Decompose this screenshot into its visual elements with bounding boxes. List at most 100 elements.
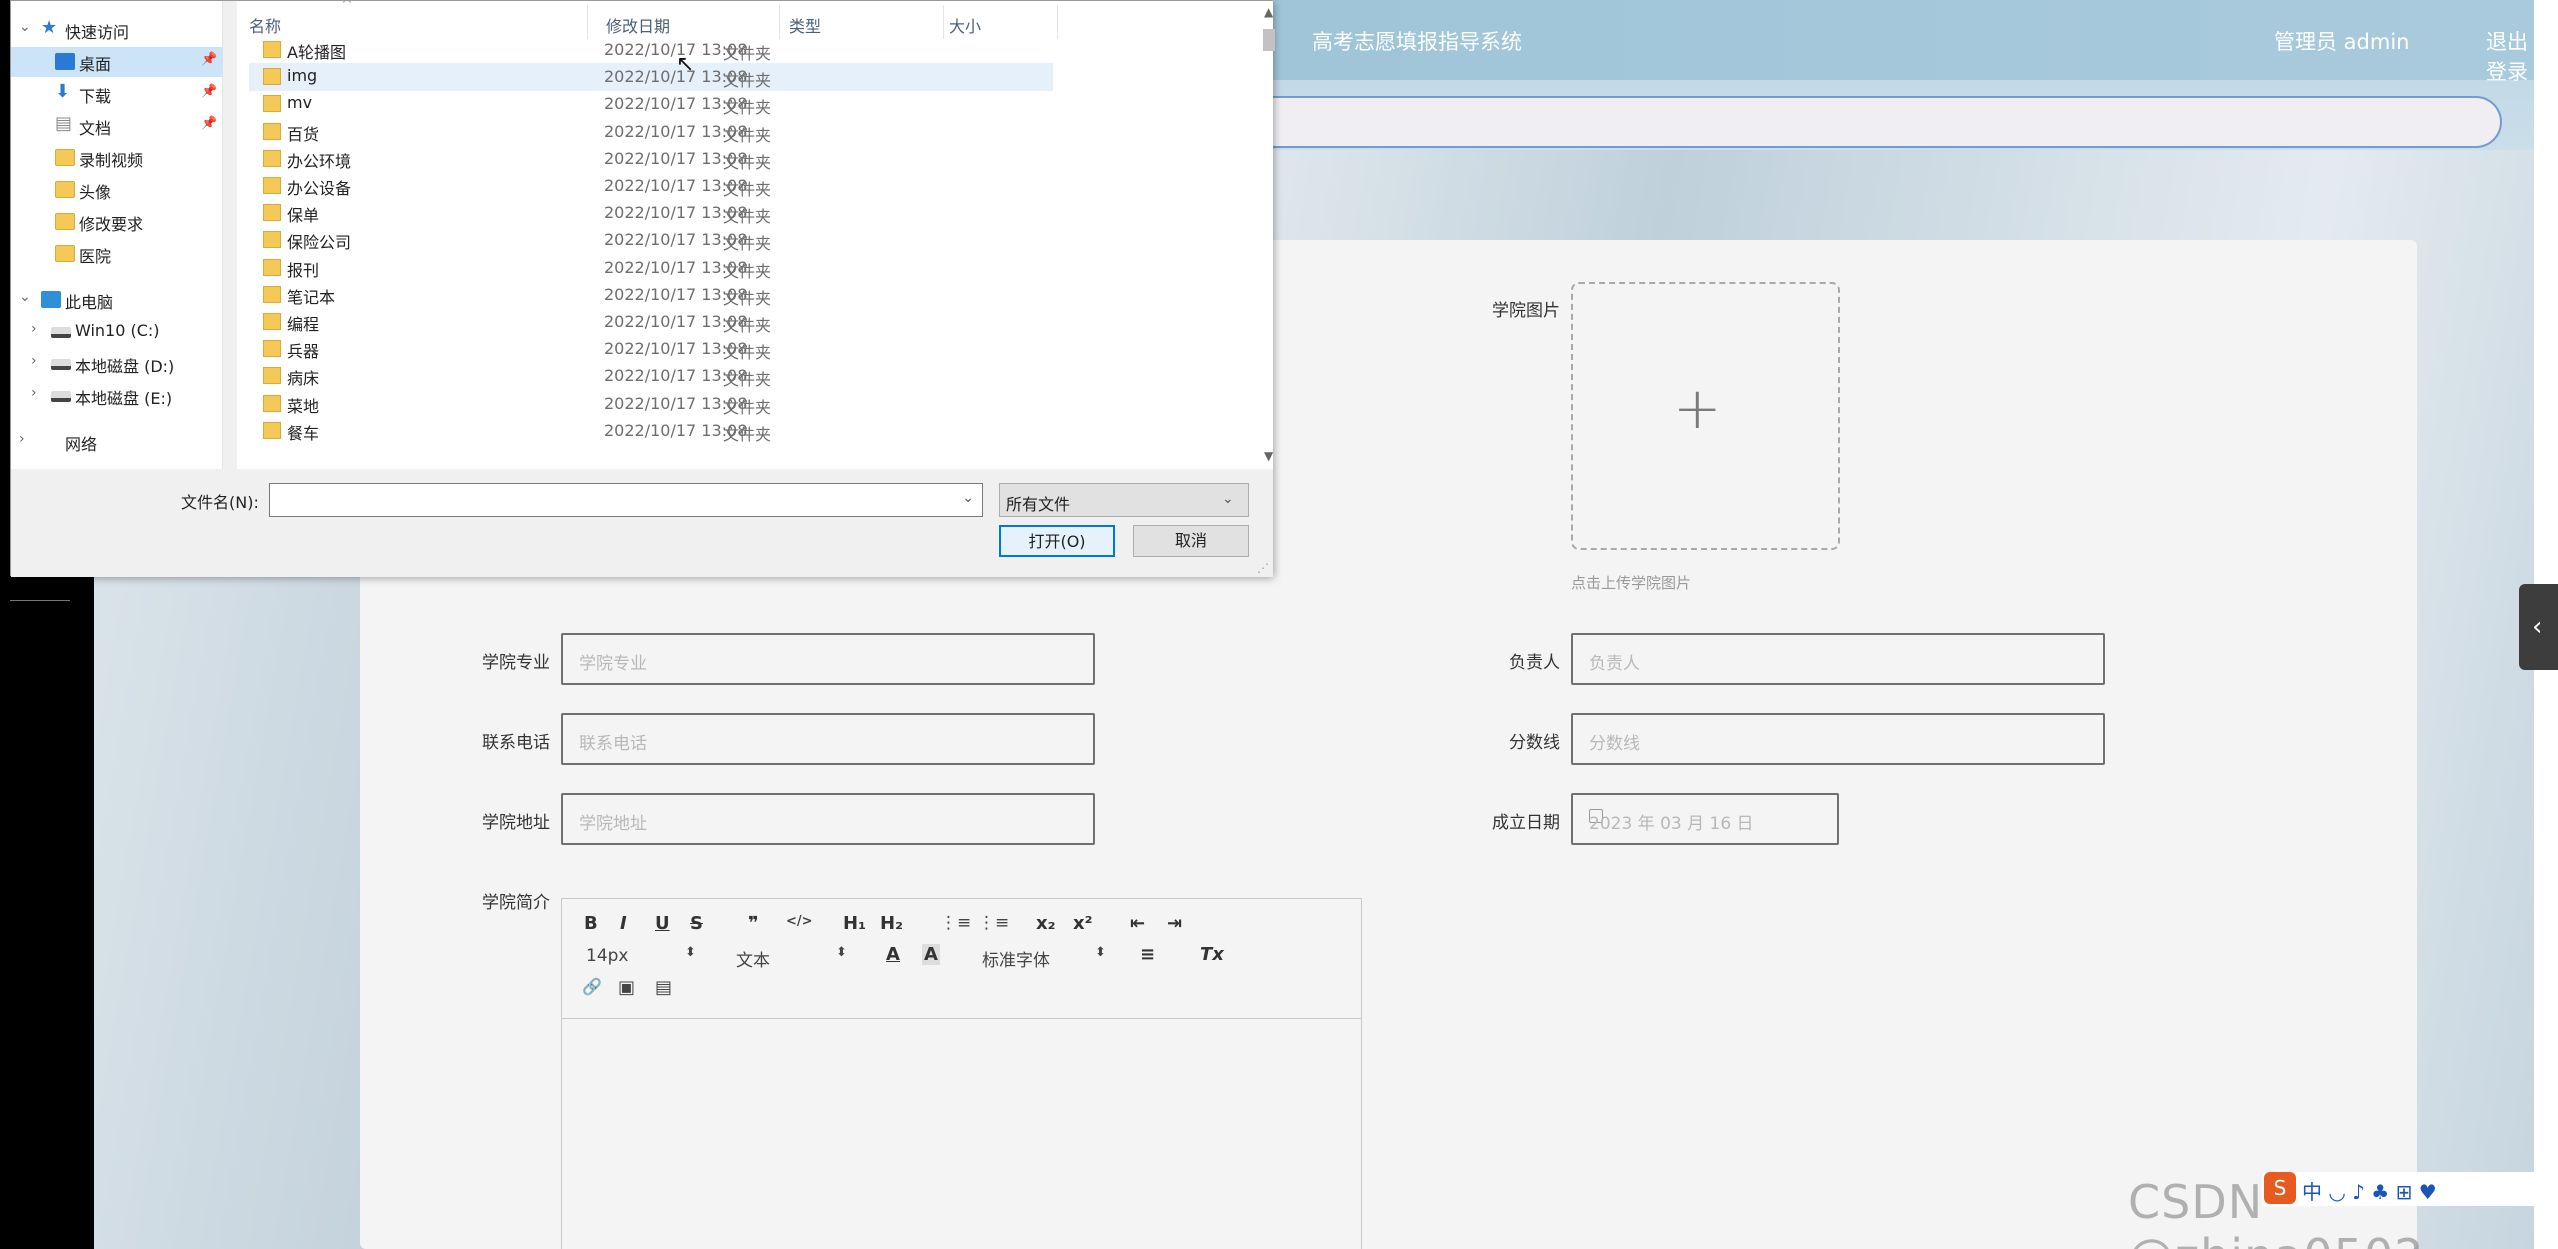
address-input[interactable]: 学院地址	[561, 793, 1095, 845]
image-uploader[interactable]: +	[1571, 282, 1840, 550]
file-row[interactable]: 餐车 2022/10/17 13:08 文件夹	[249, 417, 1053, 445]
phone-input[interactable]: 联系电话	[561, 713, 1095, 765]
nav-item-7[interactable]: 医院	[11, 239, 223, 269]
ime-toolbar[interactable]: S 中 ◡ ♪ ♣ ⊞ ♥	[2262, 1172, 2558, 1206]
logout-link[interactable]: 退出登录	[2486, 26, 2534, 86]
superscript-button[interactable]: x²	[1073, 913, 1093, 934]
font-family-select[interactable]: 标准字体	[982, 946, 1050, 971]
block-type-select[interactable]: 文本	[736, 946, 770, 971]
column-separator	[779, 5, 780, 39]
bullet-list-button[interactable]: ⋮≡	[978, 913, 1009, 933]
file-row[interactable]: 保险公司 2022/10/17 13:08 文件夹	[249, 226, 1053, 254]
file-row[interactable]: 笔记本 2022/10/17 13:08 文件夹	[249, 281, 1053, 309]
file-row[interactable]: 办公设备 2022/10/17 13:08 文件夹	[249, 172, 1053, 200]
owner-input[interactable]: 负责人	[1571, 633, 2105, 685]
nav-item-10[interactable]: › 本地磁盘 (D:)	[11, 349, 223, 379]
pin-icon[interactable]: 📌	[201, 116, 217, 131]
date-value: 2023 年 03 月 16 日	[1589, 814, 1754, 834]
pin-icon[interactable]: 📌	[201, 84, 217, 99]
indent-button[interactable]: ⇥	[1167, 913, 1182, 934]
file-row[interactable]: mv 2022/10/17 13:08 文件夹	[249, 90, 1053, 118]
rich-text-editor: B I U S ❞ </> H₁ H₂ ⋮≡ ⋮≡ x₂ x² ⇤ ⇥ 14px…	[561, 898, 1362, 1249]
font-color-button[interactable]: A	[886, 944, 900, 965]
star-icon: ★	[41, 17, 58, 38]
pin-icon[interactable]: 📌	[201, 52, 217, 67]
side-collapse-tab[interactable]: ‹	[2519, 584, 2558, 670]
nav-item-3[interactable]: ▤ 文档 📌	[11, 111, 223, 141]
file-row[interactable]: A轮播图 2022/10/17 13:08 文件夹	[249, 36, 1053, 64]
strike-button[interactable]: S	[690, 913, 703, 934]
subscript-button[interactable]: x₂	[1036, 913, 1056, 934]
blockquote-button[interactable]: ❞	[748, 913, 759, 934]
chevron-right-icon[interactable]: ›	[31, 321, 37, 337]
align-button[interactable]: ≡	[1140, 944, 1155, 965]
file-type: 文件夹	[723, 370, 772, 390]
code-block-button[interactable]: </>	[786, 914, 813, 929]
chevron-right-icon[interactable]: ›	[31, 385, 37, 401]
underline-button[interactable]: U	[655, 913, 670, 934]
nav-item-label: 网络	[65, 435, 98, 454]
chevron-down-icon[interactable]: ⌄	[962, 490, 974, 506]
nav-item-1[interactable]: 桌面 📌	[11, 47, 223, 77]
owner-placeholder: 负责人	[1589, 654, 1640, 674]
file-row[interactable]: 病床 2022/10/17 13:08 文件夹	[249, 362, 1053, 390]
column-header-type[interactable]: 类型	[789, 13, 821, 37]
drive-icon	[51, 359, 71, 370]
admin-user-label[interactable]: 管理员 admin	[2274, 26, 2409, 56]
plus-icon: +	[1673, 374, 1722, 442]
clean-format-button[interactable]: Tx	[1200, 944, 1224, 965]
score-input[interactable]: 分数线	[1571, 713, 2105, 765]
file-row[interactable]: 百货 2022/10/17 13:08 文件夹	[249, 118, 1053, 146]
link-button[interactable]: 🔗	[582, 977, 602, 996]
bold-button[interactable]: B	[584, 913, 598, 934]
background-color-button[interactable]: A	[922, 944, 940, 965]
video-button[interactable]: ▤	[655, 977, 672, 998]
scroll-up-icon[interactable]: ▲	[1264, 5, 1273, 19]
nav-item-11[interactable]: › 本地磁盘 (E:)	[11, 381, 223, 411]
chevron-down-icon[interactable]: ⌄	[19, 289, 31, 305]
file-row[interactable]: 菜地 2022/10/17 13:08 文件夹	[249, 390, 1053, 418]
italic-button[interactable]: I	[620, 913, 627, 934]
column-header-name[interactable]: 名称	[249, 13, 281, 37]
file-name: 百货	[287, 124, 320, 144]
nav-menu-bar[interactable]	[1200, 96, 2502, 148]
resize-grip-icon[interactable]: ⋰	[1257, 561, 1269, 575]
h1-button[interactable]: H₁	[843, 913, 866, 934]
folder-icon	[263, 421, 281, 439]
outdent-button[interactable]: ⇤	[1130, 913, 1145, 934]
file-list-scrollbar[interactable]: ▲ ▼	[1261, 5, 1277, 467]
file-row[interactable]: img 2022/10/17 13:08 文件夹	[249, 63, 1053, 92]
scroll-down-icon[interactable]: ▼	[1264, 449, 1273, 463]
chevron-down-icon[interactable]: ⌄	[19, 19, 31, 35]
chevron-right-icon[interactable]: ›	[31, 353, 37, 369]
nav-item-12[interactable]: › 网络	[11, 427, 223, 457]
major-input[interactable]: 学院专业	[561, 633, 1095, 685]
scrollbar-thumb[interactable]	[1263, 29, 1275, 51]
column-header-date[interactable]: 修改日期	[606, 13, 670, 37]
nav-item-9[interactable]: › Win10 (C:)	[11, 317, 223, 347]
ordered-list-button[interactable]: ⋮≡	[940, 913, 971, 933]
nav-item-5[interactable]: 头像	[11, 175, 223, 205]
chevron-right-icon[interactable]: ›	[19, 431, 25, 447]
font-size-select[interactable]: 14px	[586, 946, 628, 966]
nav-item-0[interactable]: ⌄ ★ 快速访问	[11, 15, 223, 45]
file-row[interactable]: 兵器 2022/10/17 13:08 文件夹	[249, 335, 1053, 363]
file-row[interactable]: 编程 2022/10/17 13:08 文件夹	[249, 308, 1053, 336]
open-button[interactable]: 打开(O)	[999, 525, 1115, 557]
column-header-size[interactable]: 大小	[949, 13, 981, 37]
nav-item-2[interactable]: ⬇ 下载 📌	[11, 79, 223, 109]
file-row[interactable]: 保单 2022/10/17 13:08 文件夹	[249, 199, 1053, 227]
file-type: 文件夹	[723, 288, 772, 308]
nav-item-6[interactable]: 修改要求	[11, 207, 223, 237]
file-row[interactable]: 报刊 2022/10/17 13:08 文件夹	[249, 254, 1053, 282]
date-picker[interactable]: 2023 年 03 月 16 日	[1571, 793, 1839, 845]
cancel-button[interactable]: 取消	[1133, 525, 1249, 557]
filetype-select[interactable]: 所有文件 ⌄	[999, 483, 1249, 517]
file-name: img	[287, 66, 318, 86]
h2-button[interactable]: H₂	[880, 913, 903, 934]
nav-item-4[interactable]: 录制视频	[11, 143, 223, 173]
filename-input[interactable]: ⌄	[269, 483, 983, 517]
image-button[interactable]: ▣	[618, 977, 635, 998]
file-row[interactable]: 办公环境 2022/10/17 13:08 文件夹	[249, 145, 1053, 173]
nav-item-8[interactable]: ⌄ 此电脑	[11, 285, 223, 315]
